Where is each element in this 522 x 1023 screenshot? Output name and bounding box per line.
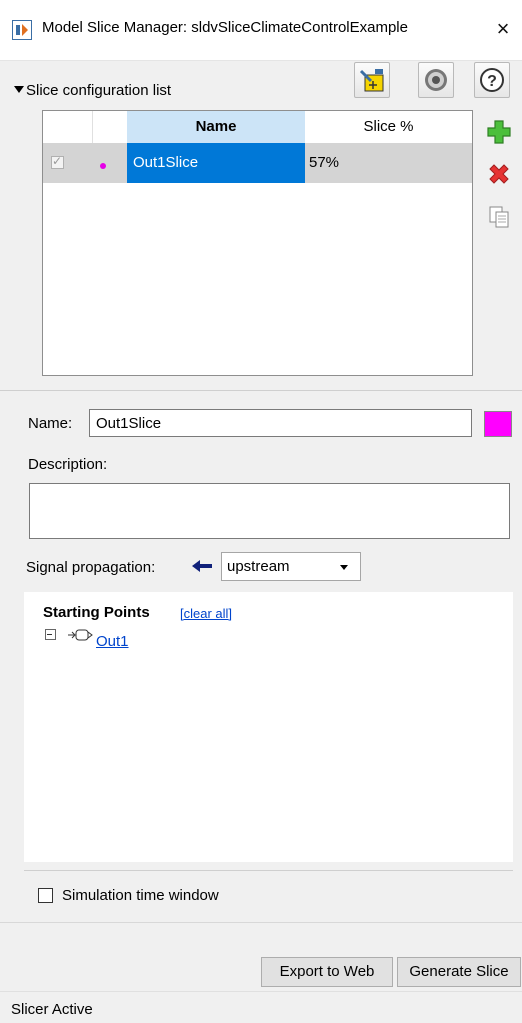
gear-icon	[425, 69, 447, 91]
description-label: Description:	[28, 456, 108, 473]
highlight-color-swatch[interactable]	[484, 411, 512, 437]
minus-icon	[47, 634, 52, 635]
divider	[0, 390, 522, 391]
add-slice-button[interactable]	[485, 118, 513, 146]
column-header-name[interactable]: Name	[127, 111, 305, 143]
column-header-checkbox	[43, 111, 93, 143]
export-to-web-button[interactable]: Export to Web	[261, 957, 393, 987]
window-title: Model Slice Manager: sldvSliceClimateCon…	[42, 19, 408, 36]
close-icon[interactable]: ×	[490, 14, 516, 44]
app-icon	[12, 20, 32, 40]
section-title[interactable]: Slice configuration list	[26, 82, 171, 99]
status-text: Slicer Active	[11, 1001, 93, 1018]
svg-text:?: ?	[487, 73, 497, 90]
status-divider	[0, 991, 522, 992]
column-header-color	[93, 111, 127, 143]
settings-button[interactable]	[418, 62, 454, 98]
row-name-cell[interactable]: Out1Slice	[127, 143, 305, 183]
generate-slice-button[interactable]: Generate Slice	[397, 957, 521, 987]
help-icon: ?	[480, 68, 504, 92]
signal-propagation-label: Signal propagation:	[26, 559, 156, 576]
delete-icon	[489, 164, 509, 184]
chevron-down-icon	[340, 565, 348, 570]
slice-highlight-button[interactable]	[354, 62, 390, 98]
help-button[interactable]: ?	[474, 62, 510, 98]
copy-slice-button[interactable]	[485, 203, 513, 231]
simulation-time-window-checkbox[interactable]	[38, 888, 53, 903]
simulation-time-window-label[interactable]: Simulation time window	[62, 887, 219, 904]
column-header-slice-pct[interactable]: Slice %	[305, 111, 472, 143]
clear-all-link[interactable]: [clear all]	[180, 606, 232, 621]
starting-point-link-out1[interactable]: Out1	[96, 633, 129, 650]
add-icon	[487, 120, 511, 144]
starting-points-title: Starting Points	[43, 604, 150, 621]
upstream-arrow-icon	[190, 556, 216, 576]
divider	[24, 870, 513, 871]
divider	[0, 922, 522, 923]
row-color-dot	[100, 163, 106, 169]
collapse-triangle-icon[interactable]	[14, 86, 24, 93]
name-field[interactable]	[89, 409, 472, 437]
name-label: Name:	[28, 415, 73, 432]
delete-slice-button[interactable]	[485, 160, 513, 188]
row-slice-pct-cell: 57%	[309, 154, 340, 171]
description-field[interactable]	[29, 483, 510, 539]
copy-icon	[489, 206, 509, 228]
check-icon: ✓	[52, 154, 63, 168]
slice-highlight-icon	[359, 69, 384, 92]
signal-propagation-value: upstream	[227, 558, 290, 575]
outport-block-icon	[66, 627, 94, 643]
